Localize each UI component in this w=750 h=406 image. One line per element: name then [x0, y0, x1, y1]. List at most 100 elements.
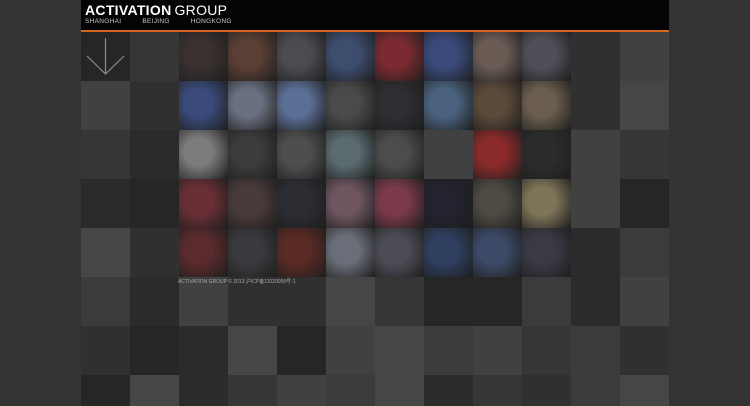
- project-thumbnail[interactable]: [424, 32, 473, 81]
- mosaic-tile: [522, 277, 571, 326]
- project-thumbnail[interactable]: [277, 228, 326, 277]
- project-thumbnail[interactable]: [277, 32, 326, 81]
- mosaic-tile: [81, 179, 130, 228]
- project-thumbnail[interactable]: [375, 179, 424, 228]
- mosaic-tile: [130, 32, 179, 81]
- thumbnail-image: [375, 130, 424, 179]
- project-thumbnail[interactable]: [522, 130, 571, 179]
- project-thumbnail[interactable]: [522, 81, 571, 130]
- mosaic-tile: [326, 375, 375, 406]
- mosaic-tile: [473, 375, 522, 406]
- mosaic-tile: [81, 375, 130, 406]
- mosaic-tile: [81, 228, 130, 277]
- project-thumbnail[interactable]: [424, 228, 473, 277]
- mosaic-tile: [571, 326, 620, 375]
- mosaic-tile: [130, 81, 179, 130]
- project-thumbnail[interactable]: [326, 130, 375, 179]
- mosaic-tile: [326, 326, 375, 375]
- project-thumbnail[interactable]: [522, 179, 571, 228]
- project-thumbnail[interactable]: [179, 81, 228, 130]
- thumbnail-image: [473, 130, 522, 179]
- project-thumbnail[interactable]: [424, 81, 473, 130]
- project-thumbnail[interactable]: [473, 130, 522, 179]
- mosaic-tile: [326, 277, 375, 326]
- project-thumbnail[interactable]: [326, 81, 375, 130]
- mosaic-tile: [424, 375, 473, 406]
- left-margin: [0, 0, 81, 406]
- project-thumbnail[interactable]: [424, 179, 473, 228]
- mosaic-tile: [571, 228, 620, 277]
- project-thumbnail[interactable]: [277, 130, 326, 179]
- project-thumbnail[interactable]: [228, 228, 277, 277]
- thumbnail-image: [375, 32, 424, 81]
- mosaic-tile: [228, 375, 277, 406]
- mosaic-tile: [522, 326, 571, 375]
- project-thumbnail[interactable]: [277, 81, 326, 130]
- mosaic-tile: [620, 130, 669, 179]
- thumbnail-image: [326, 32, 375, 81]
- thumbnail-image: [277, 130, 326, 179]
- project-thumbnail[interactable]: [326, 32, 375, 81]
- project-thumbnail[interactable]: [522, 32, 571, 81]
- mosaic-tile: [179, 375, 228, 406]
- project-mosaic-grid: [81, 32, 669, 406]
- mosaic-tile: [375, 326, 424, 375]
- thumbnail-image: [375, 81, 424, 130]
- mosaic-tile: [522, 375, 571, 406]
- thumbnail-image: [228, 32, 277, 81]
- mosaic-tile: [571, 277, 620, 326]
- mosaic-tile: [179, 326, 228, 375]
- mosaic-tile: [424, 277, 473, 326]
- logo-main-text: ACTIVATION: [85, 2, 172, 18]
- project-thumbnail[interactable]: [473, 228, 522, 277]
- mosaic-tile: [473, 277, 522, 326]
- project-thumbnail[interactable]: [228, 130, 277, 179]
- project-thumbnail[interactable]: [473, 32, 522, 81]
- mosaic-tile: [620, 81, 669, 130]
- project-thumbnail[interactable]: [179, 130, 228, 179]
- project-thumbnail[interactable]: [473, 81, 522, 130]
- city-link-shanghai[interactable]: SHANGHAI: [85, 17, 121, 27]
- project-thumbnail[interactable]: [179, 32, 228, 81]
- mosaic-tile: [130, 179, 179, 228]
- thumbnail-image: [179, 81, 228, 130]
- mosaic-tile: [571, 32, 620, 81]
- thumbnail-image: [179, 179, 228, 228]
- mosaic-tile: [130, 130, 179, 179]
- mosaic-tile: [571, 130, 620, 179]
- city-link-beijing[interactable]: BEIJING: [142, 17, 169, 27]
- project-thumbnail[interactable]: [473, 179, 522, 228]
- mosaic-tile: [473, 326, 522, 375]
- project-thumbnail[interactable]: [326, 179, 375, 228]
- project-thumbnail[interactable]: [179, 228, 228, 277]
- project-thumbnail[interactable]: [375, 130, 424, 179]
- mosaic-tile: [277, 375, 326, 406]
- project-thumbnail[interactable]: [228, 81, 277, 130]
- city-link-hongkong[interactable]: HONGKONG: [191, 17, 232, 27]
- right-margin: [669, 0, 750, 406]
- thumbnail-image: [522, 228, 571, 277]
- thumbnail-image: [522, 32, 571, 81]
- thumbnail-image: [277, 179, 326, 228]
- thumbnail-image: [326, 81, 375, 130]
- thumbnail-image: [522, 179, 571, 228]
- mosaic-tile: [571, 179, 620, 228]
- site-logo[interactable]: ACTIVATION GROUP: [85, 2, 227, 18]
- project-thumbnail[interactable]: [277, 179, 326, 228]
- project-thumbnail[interactable]: [375, 228, 424, 277]
- mosaic-tile: [620, 326, 669, 375]
- mosaic-tile: [130, 375, 179, 406]
- thumbnail-image: [326, 130, 375, 179]
- project-thumbnail[interactable]: [228, 32, 277, 81]
- mosaic-tile: [81, 81, 130, 130]
- project-thumbnail[interactable]: [179, 179, 228, 228]
- thumbnail-image: [326, 228, 375, 277]
- project-thumbnail[interactable]: [228, 179, 277, 228]
- project-thumbnail[interactable]: [522, 228, 571, 277]
- thumbnail-image: [277, 32, 326, 81]
- arrow-down-icon[interactable]: [81, 32, 130, 81]
- project-thumbnail[interactable]: [375, 81, 424, 130]
- project-thumbnail[interactable]: [375, 32, 424, 81]
- mosaic-tile: [375, 375, 424, 406]
- project-thumbnail[interactable]: [326, 228, 375, 277]
